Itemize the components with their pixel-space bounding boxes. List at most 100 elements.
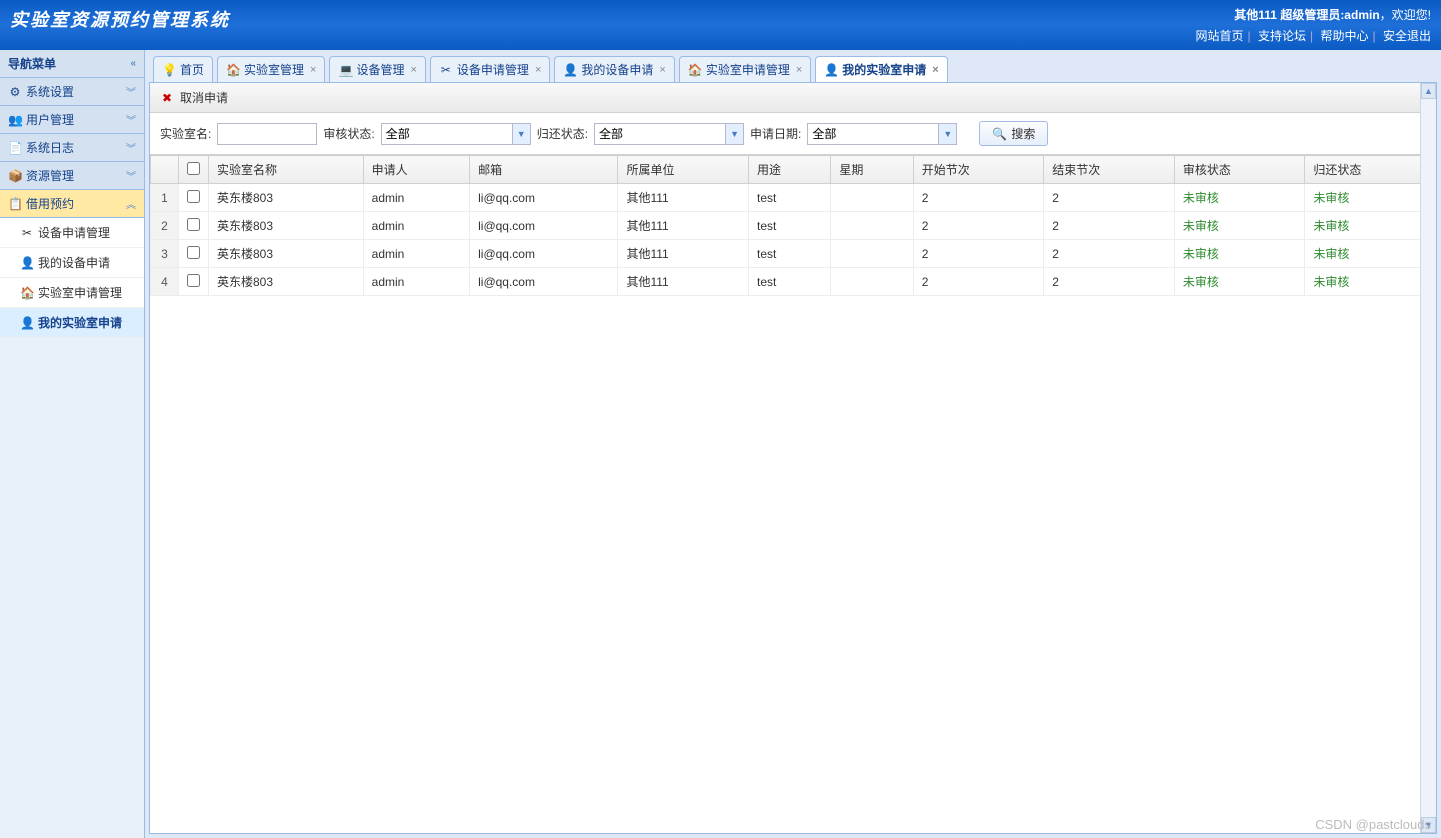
tab-icon: ✂ [439, 63, 453, 77]
column-header[interactable]: 审核状态 [1174, 156, 1305, 184]
group-label: 资源管理 [26, 169, 74, 183]
item-icon: 👤 [20, 316, 34, 330]
tab-label: 实验室申请管理 [706, 61, 790, 78]
chevron-down-icon[interactable]: ▼ [512, 124, 530, 144]
link-forum[interactable]: 支持论坛 [1258, 29, 1306, 43]
table-row[interactable]: 1英东楼803adminli@qq.com其他111test22未审核未审核 [151, 184, 1436, 212]
cell: 其他111 [618, 268, 749, 296]
cell: 2 [1044, 240, 1175, 268]
nav-item[interactable]: 🏠实验室申请管理 [0, 278, 144, 308]
app-header: 实验室资源预约管理系统 其他111 超级管理员:admin，欢迎您! 网站首页|… [0, 0, 1441, 50]
column-header[interactable]: 结束节次 [1044, 156, 1175, 184]
cell: li@qq.com [470, 212, 618, 240]
close-icon[interactable]: × [659, 64, 665, 76]
tab-label: 设备管理 [356, 61, 404, 78]
tab[interactable]: 🏠实验室管理× [217, 56, 325, 82]
column-header[interactable]: 实验室名称 [209, 156, 364, 184]
cell: 未审核 [1305, 240, 1436, 268]
row-number: 2 [151, 212, 179, 240]
table-row[interactable]: 4英东楼803adminli@qq.com其他111test22未审核未审核 [151, 268, 1436, 296]
row-checkbox[interactable] [179, 212, 209, 240]
cell: 其他111 [618, 212, 749, 240]
nav-group[interactable]: 📋借用预约︽ [0, 190, 144, 218]
link-logout[interactable]: 安全退出 [1383, 29, 1431, 43]
filter-bar: 实验室名: 审核状态: ▼ 归还状态: ▼ 申请日期: ▼ 🔍 搜索 [150, 113, 1436, 155]
link-home[interactable]: 网站首页 [1196, 29, 1244, 43]
cell: 英东楼803 [209, 212, 364, 240]
cell: 未审核 [1174, 268, 1305, 296]
audit-label: 审核状态: [323, 125, 374, 142]
group-icon: 📋 [8, 197, 22, 211]
cell: admin [363, 240, 469, 268]
cancel-icon: ✖ [160, 91, 174, 105]
tab[interactable]: 💡首页 [153, 56, 213, 82]
column-header[interactable]: 所属单位 [618, 156, 749, 184]
table-row[interactable]: 3英东楼803adminli@qq.com其他111test22未审核未审核 [151, 240, 1436, 268]
tab[interactable]: ✂设备申请管理× [430, 56, 550, 82]
nav-group[interactable]: 📄系统日志︾ [0, 134, 144, 162]
column-header[interactable]: 开始节次 [913, 156, 1044, 184]
item-label: 我的设备申请 [38, 256, 110, 270]
nav-group[interactable]: 👥用户管理︾ [0, 106, 144, 134]
vertical-scrollbar[interactable]: ▲ ▼ [1420, 83, 1436, 833]
cancel-button[interactable]: 取消申请 [180, 89, 228, 106]
return-combo[interactable]: ▼ [594, 123, 744, 145]
tab[interactable]: 👤我的实验室申请× [815, 56, 947, 82]
group-label: 借用预约 [26, 197, 74, 211]
cell: li@qq.com [470, 240, 618, 268]
chevron-down-icon[interactable]: ▼ [725, 124, 743, 144]
toolbar: ✖ 取消申请 [150, 83, 1436, 113]
search-button[interactable]: 🔍 搜索 [979, 121, 1048, 146]
group-label: 系统日志 [26, 141, 74, 155]
chevron-down-icon[interactable]: ▼ [938, 124, 956, 144]
cell: 2 [913, 240, 1044, 268]
column-header[interactable]: 用途 [749, 156, 831, 184]
nav-group[interactable]: 📦资源管理︾ [0, 162, 144, 190]
chevron-icon: ︾ [126, 84, 136, 99]
item-icon: ✂ [20, 226, 34, 240]
collapse-icon[interactable]: « [130, 58, 136, 69]
header-links: 网站首页| 支持论坛| 帮助中心| 安全退出 [1196, 27, 1431, 44]
lab-name-input[interactable] [217, 123, 317, 145]
close-icon[interactable]: × [310, 64, 316, 76]
lab-name-label: 实验室名: [160, 125, 211, 142]
cell: 未审核 [1305, 268, 1436, 296]
scroll-up-icon[interactable]: ▲ [1421, 83, 1436, 99]
chevron-icon: ︾ [126, 168, 136, 183]
nav-group[interactable]: ⚙ 系统设置 ︾ [0, 78, 144, 106]
return-label: 归还状态: [537, 125, 588, 142]
cell [831, 212, 913, 240]
item-icon: 👤 [20, 256, 34, 270]
date-combo[interactable]: ▼ [807, 123, 957, 145]
column-header[interactable]: 邮箱 [470, 156, 618, 184]
column-header[interactable]: 申请人 [363, 156, 469, 184]
cell: admin [363, 184, 469, 212]
row-checkbox[interactable] [179, 184, 209, 212]
check-all-header[interactable] [179, 156, 209, 184]
group-label: 系统设置 [26, 85, 74, 99]
nav-item[interactable]: ✂设备申请管理 [0, 218, 144, 248]
close-icon[interactable]: × [796, 64, 802, 76]
table-row[interactable]: 2英东楼803adminli@qq.com其他111test22未审核未审核 [151, 212, 1436, 240]
cell: test [749, 212, 831, 240]
close-icon[interactable]: × [410, 64, 416, 76]
tab[interactable]: 💻设备管理× [329, 56, 425, 82]
group-icon: ⚙ [8, 85, 22, 99]
link-help[interactable]: 帮助中心 [1321, 29, 1369, 43]
column-header[interactable]: 星期 [831, 156, 913, 184]
column-header[interactable]: 归还状态 [1305, 156, 1436, 184]
row-checkbox[interactable] [179, 240, 209, 268]
cell: admin [363, 212, 469, 240]
close-icon[interactable]: × [535, 64, 541, 76]
audit-combo[interactable]: ▼ [381, 123, 531, 145]
group-icon: 📄 [8, 141, 22, 155]
cell: 未审核 [1174, 212, 1305, 240]
nav-item[interactable]: 👤我的实验室申请 [0, 308, 144, 338]
row-checkbox[interactable] [179, 268, 209, 296]
close-icon[interactable]: × [932, 64, 938, 76]
tab[interactable]: 🏠实验室申请管理× [679, 56, 811, 82]
cell: 未审核 [1305, 184, 1436, 212]
nav-item[interactable]: 👤 我的设备申请 [0, 248, 144, 278]
group-label: 用户管理 [26, 113, 74, 127]
tab[interactable]: 👤我的设备申请× [554, 56, 674, 82]
